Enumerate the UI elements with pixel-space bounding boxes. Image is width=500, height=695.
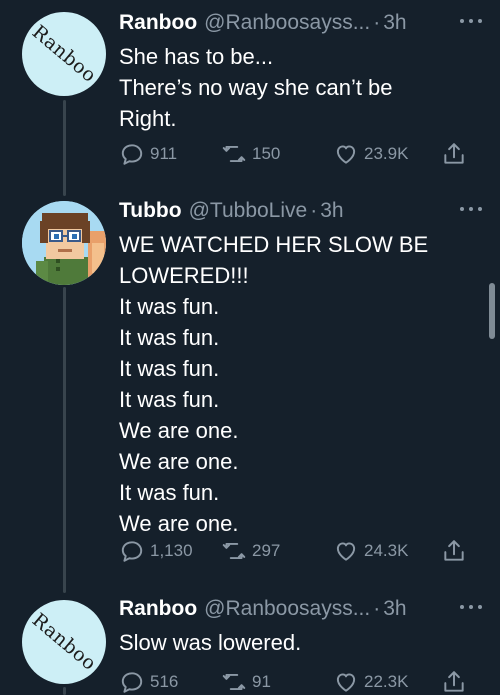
tweet-line: It was fun. [119, 480, 220, 505]
action-bar: 911 150 23.9K [119, 139, 479, 169]
tweet-line: It was fun. [119, 294, 220, 319]
like-button[interactable]: 24.3K [333, 536, 408, 566]
heart-icon [336, 673, 356, 692]
tweet-line: We are one. [119, 418, 239, 443]
display-name[interactable]: Tubbo [119, 199, 182, 223]
more-options-icon[interactable] [460, 17, 482, 25]
avatar[interactable] [22, 201, 106, 285]
heart-icon [336, 145, 356, 164]
retweet-button[interactable]: 150 [221, 139, 280, 169]
share-button[interactable] [441, 536, 467, 566]
like-button[interactable]: 23.9K [333, 139, 408, 169]
user-handle[interactable]: @Ranboosayss... [204, 11, 370, 35]
tweet-line: We are one. [119, 511, 239, 536]
tweet-line: Slow was lowered. [119, 630, 302, 655]
tweet-line: Right. [119, 106, 177, 131]
separator: · [373, 597, 381, 620]
tweet-text: WE WATCHED HER SLOW BE LOWERED!!! It was… [119, 229, 482, 539]
reply-count: 516 [150, 672, 179, 691]
retweet-count: 150 [252, 144, 281, 163]
avatar[interactable]: Ranboo [22, 600, 106, 684]
reply-count: 1,130 [150, 541, 193, 560]
retweet-icon [222, 673, 246, 691]
like-button[interactable]: 22.3K [333, 667, 408, 695]
separator: · [373, 11, 381, 34]
tweet-line: We are one. [119, 449, 239, 474]
separator: · [310, 199, 318, 222]
reply-button[interactable]: 516 [119, 667, 178, 695]
retweet-count: 297 [252, 541, 281, 560]
tweet-line: She has to be... [119, 44, 274, 69]
display-name[interactable]: Ranboo [119, 11, 197, 35]
share-icon [444, 671, 464, 692]
tweet-line: There’s no way she can’t be [119, 75, 393, 100]
like-count: 22.3K [364, 672, 409, 691]
display-name[interactable]: Ranboo [119, 597, 197, 621]
share-button[interactable] [441, 139, 467, 169]
timestamp[interactable]: 3h [320, 199, 343, 223]
retweet-button[interactable]: 297 [221, 536, 280, 566]
tweet-line: LOWERED!!! [119, 263, 249, 288]
share-icon [444, 540, 464, 561]
tweet[interactable]: Tubbo @TubboLive · 3h WE WATCHED HER SLO… [0, 190, 500, 590]
retweet-icon [222, 145, 246, 163]
avatar[interactable]: Ranboo [22, 12, 106, 96]
action-bar: 1,130 297 24.3K [119, 536, 479, 566]
tubbo-avatar-icon [22, 201, 106, 285]
user-handle[interactable]: @TubboLive [189, 199, 308, 223]
reply-icon [121, 144, 143, 165]
tweet-text: She has to be... There’s no way she can’… [119, 41, 482, 134]
avatar-label: Ranboo [27, 21, 101, 87]
tweet-header: Tubbo @TubboLive · 3h [119, 199, 482, 229]
action-bar: 516 91 22.3K [119, 667, 479, 695]
tweet[interactable]: Ranboo Ranboo @Ranboosayss... · 3h Slow … [0, 590, 500, 695]
reply-icon [121, 541, 143, 562]
timeline-feed: Ranboo Ranboo @Ranboosayss... · 3h She h… [0, 0, 500, 695]
like-count: 23.9K [364, 144, 409, 163]
tweet-line: It was fun. [119, 387, 220, 412]
share-button[interactable] [441, 667, 467, 695]
share-icon [444, 143, 464, 164]
retweet-icon [222, 542, 246, 560]
tweet-text: Slow was lowered. [119, 627, 482, 658]
heart-icon [336, 542, 356, 561]
timestamp[interactable]: 3h [383, 597, 406, 621]
reply-count: 911 [150, 144, 178, 163]
tweet-line: WE WATCHED HER SLOW BE [119, 232, 429, 257]
reply-icon [121, 672, 143, 693]
tweet-line: It was fun. [119, 356, 220, 381]
more-options-icon[interactable] [460, 205, 482, 213]
tweet[interactable]: Ranboo Ranboo @Ranboosayss... · 3h She h… [0, 0, 500, 190]
reply-button[interactable]: 1,130 [119, 536, 193, 566]
tweet-line: It was fun. [119, 325, 220, 350]
like-count: 24.3K [364, 541, 409, 560]
reply-button[interactable]: 911 [119, 139, 177, 169]
tweet-header: Ranboo @Ranboosayss... · 3h [119, 11, 482, 41]
tweet-header: Ranboo @Ranboosayss... · 3h [119, 597, 482, 627]
retweet-button[interactable]: 91 [221, 667, 271, 695]
timestamp[interactable]: 3h [383, 11, 406, 35]
more-options-icon[interactable] [460, 603, 482, 611]
avatar-label: Ranboo [27, 609, 101, 675]
user-handle[interactable]: @Ranboosayss... [204, 597, 370, 621]
retweet-count: 91 [252, 672, 271, 691]
